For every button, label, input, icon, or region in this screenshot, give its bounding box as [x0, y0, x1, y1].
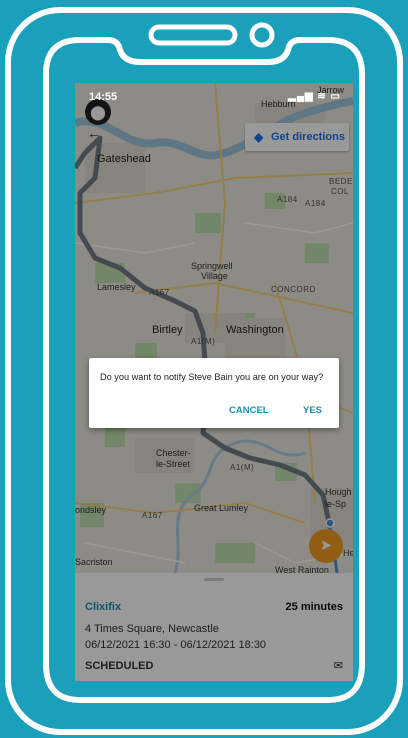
status-icons: ▂▄▆ ≋ ▭: [288, 91, 341, 102]
dialog-message: Do you want to notify Steve Bain you are…: [100, 372, 324, 382]
status-bar: 14:55 ▂▄▆ ≋ ▭: [75, 83, 353, 109]
yes-button[interactable]: YES: [303, 405, 322, 416]
cancel-button[interactable]: CANCEL: [229, 405, 269, 416]
phone-screen: Jarrow Hebburn Gateshead BEDE COL A184 A…: [75, 83, 353, 681]
status-time: 14:55: [89, 91, 118, 103]
notify-dialog: Do you want to notify Steve Bain you are…: [89, 358, 339, 428]
